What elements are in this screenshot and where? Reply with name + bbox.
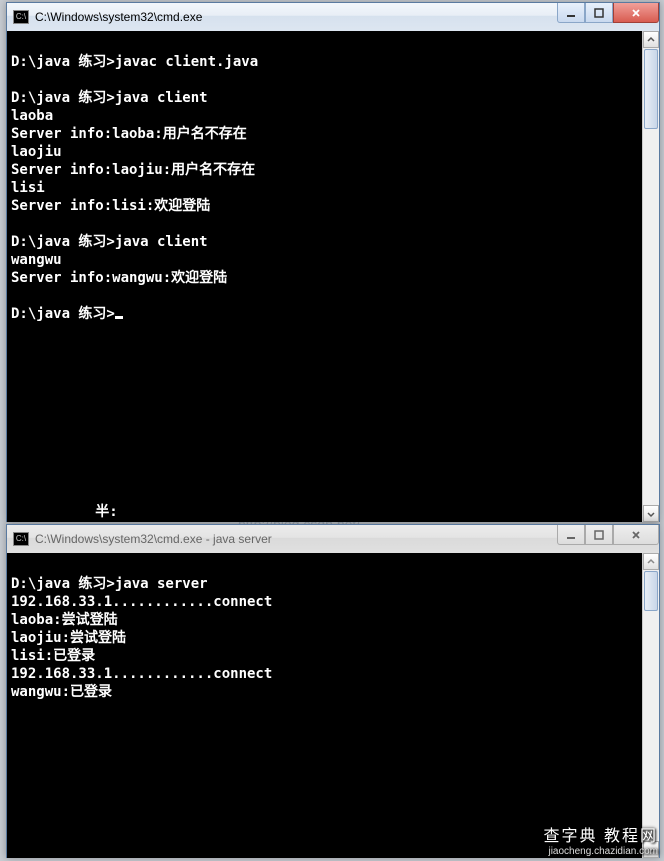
terminal-output-client[interactable]: D:\java 练习>javac client.java D:\java 练习>… [7, 31, 642, 522]
scroll-up-button[interactable] [643, 31, 659, 48]
close-button[interactable] [613, 3, 659, 23]
window-controls [557, 3, 659, 23]
chevron-up-icon [647, 558, 655, 566]
close-button[interactable] [613, 525, 659, 545]
minimize-icon [566, 530, 576, 540]
minimize-icon [566, 8, 576, 18]
scrollbar[interactable] [642, 553, 659, 858]
scroll-thumb[interactable] [644, 49, 658, 129]
maximize-icon [594, 8, 604, 18]
close-icon [631, 530, 641, 540]
cmd-icon: C:\ [13, 10, 29, 24]
maximize-icon [594, 530, 604, 540]
cmd-window-client: C:\ C:\Windows\system32\cmd.exe D:\java … [6, 2, 660, 522]
scroll-up-button[interactable] [643, 553, 659, 570]
chevron-down-icon [647, 510, 655, 518]
scrollbar[interactable] [642, 31, 659, 522]
titlebar-server[interactable]: C:\ C:\Windows\system32\cmd.exe - java s… [7, 525, 659, 553]
close-icon [631, 8, 641, 18]
terminal-output-server[interactable]: D:\java 练习>java server 192.168.33.1.....… [7, 553, 642, 858]
cmd-icon: C:\ [13, 532, 29, 546]
scroll-down-button[interactable] [643, 505, 659, 522]
titlebar-client[interactable]: C:\ C:\Windows\system32\cmd.exe [7, 3, 659, 31]
chevron-up-icon [647, 36, 655, 44]
watermark-url: jiaocheng.chazidian.com [544, 846, 658, 857]
cmd-window-server: C:\ C:\Windows\system32\cmd.exe - java s… [6, 524, 660, 858]
maximize-button[interactable] [585, 525, 613, 545]
site-watermark: 查字典 教程网 jiaocheng.chazidian.com [544, 822, 658, 857]
minimize-button[interactable] [557, 525, 585, 545]
window-controls [557, 525, 659, 545]
maximize-button[interactable] [585, 3, 613, 23]
window-title: C:\Windows\system32\cmd.exe - java serve… [35, 532, 272, 546]
watermark-title: 查字典 教程网 [544, 822, 658, 846]
minimize-button[interactable] [557, 3, 585, 23]
scroll-thumb[interactable] [644, 571, 658, 611]
window-title: C:\Windows\system32\cmd.exe [35, 10, 202, 24]
